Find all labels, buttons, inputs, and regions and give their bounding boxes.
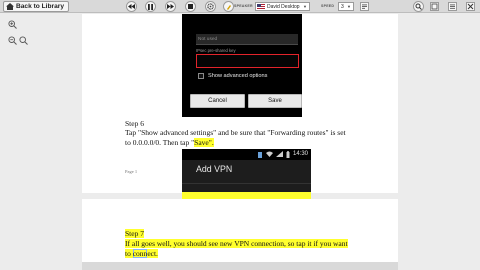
- toolbar: Back to Library SPEAKER David Desktop ▼ …: [0, 0, 480, 13]
- phone-field-not-used: Not used: [196, 34, 298, 45]
- speed-value: 3: [341, 3, 344, 10]
- step7-line-1: If all goes well, you should see new VPN…: [125, 239, 348, 248]
- zoom-in-icon: [8, 20, 17, 29]
- tools-button[interactable]: [466, 2, 475, 11]
- zoom-reset-icon: [19, 36, 28, 45]
- search-icon: [415, 3, 422, 10]
- reading-mode-button[interactable]: [360, 2, 369, 11]
- step7-heading-text: Step 7: [125, 229, 144, 238]
- ipsec-key-field: [196, 54, 299, 68]
- list-icon: [450, 4, 455, 9]
- phone-divider: [182, 183, 311, 184]
- sim-icon: [258, 152, 262, 158]
- tools-icon: [467, 3, 474, 10]
- advanced-options-label: Show advanced options: [208, 73, 268, 79]
- zoom-reset-button[interactable]: [19, 32, 29, 45]
- status-time: 14:30: [293, 151, 309, 157]
- fast-forward-button[interactable]: [165, 1, 176, 12]
- step6-line-2-end: ".: [208, 138, 214, 147]
- pause-button[interactable]: [145, 1, 156, 12]
- stop-icon: [188, 4, 193, 9]
- search-button[interactable]: [413, 1, 424, 12]
- pause-icon: [148, 3, 153, 10]
- phone-save-button: Save: [248, 94, 302, 108]
- page-number: Page 1: [125, 169, 138, 174]
- list-view-button[interactable]: [448, 2, 457, 11]
- speed-select[interactable]: 3 ▼: [338, 2, 354, 11]
- speaker-select[interactable]: David Desktop ▼: [255, 2, 310, 11]
- battery-icon: [286, 151, 290, 158]
- us-flag-icon: [257, 4, 265, 9]
- back-to-library-label: Back to Library: [16, 3, 65, 10]
- rewind-icon: [128, 4, 135, 9]
- rewind-button[interactable]: [126, 1, 137, 12]
- step6-line-1: Tap "Show advanced settings" and be sure…: [125, 128, 346, 137]
- stop-button[interactable]: [185, 1, 196, 12]
- step7-heading: Step 7: [125, 229, 144, 238]
- phone-save-label: Save: [268, 98, 282, 104]
- wifi-icon: [266, 151, 273, 157]
- zoom-out-icon: [8, 36, 17, 45]
- settings-button[interactable]: [205, 1, 216, 12]
- highlighter-icon: [226, 4, 231, 10]
- zoom-in-button[interactable]: [8, 16, 18, 29]
- phone-cancel-button: Cancel: [190, 94, 245, 108]
- step7-line-2-end: ect.: [147, 249, 158, 258]
- step7-line-2: to connect.: [125, 249, 158, 258]
- chevron-down-icon: ▼: [347, 4, 351, 9]
- add-note-button[interactable]: [430, 2, 439, 11]
- fast-forward-icon: [167, 4, 174, 9]
- highlighted-word: Save: [194, 138, 209, 147]
- current-reading-word: conn: [132, 249, 148, 258]
- signal-icon: [276, 151, 283, 157]
- speaker-label: SPEAKER: [234, 4, 253, 8]
- home-icon: [6, 3, 14, 10]
- chevron-down-icon: ▼: [303, 4, 307, 9]
- phone-status-bar: [182, 149, 311, 160]
- text-icon: [362, 4, 367, 9]
- reader-app: Back to Library SPEAKER David Desktop ▼ …: [0, 0, 480, 270]
- step6-line-2: to 0.0.0.0/0. Then tap "Save".: [125, 138, 214, 147]
- phone-field-value: Not used: [198, 37, 218, 42]
- page-bottom-bar: [82, 262, 398, 270]
- add-vpn-title: Add VPN: [196, 164, 233, 174]
- ipsec-key-label: IPsec pre-shared key: [196, 48, 236, 53]
- zoom-out-button[interactable]: [8, 32, 18, 45]
- step6-heading: Step 6: [125, 119, 144, 128]
- speaker-value: David Desktop: [267, 3, 300, 10]
- gear-icon: [207, 3, 214, 10]
- step7-line-2-start: to: [125, 249, 133, 258]
- advanced-options-checkbox: [198, 73, 204, 79]
- speed-label: SPEED: [321, 4, 335, 8]
- note-icon: [431, 3, 438, 10]
- step6-line-2-text: to 0.0.0.0/0. Then tap ": [125, 138, 195, 147]
- highlighter-button[interactable]: [223, 1, 234, 12]
- back-to-library-button[interactable]: Back to Library: [3, 1, 70, 12]
- phone-cancel-label: Cancel: [208, 98, 227, 104]
